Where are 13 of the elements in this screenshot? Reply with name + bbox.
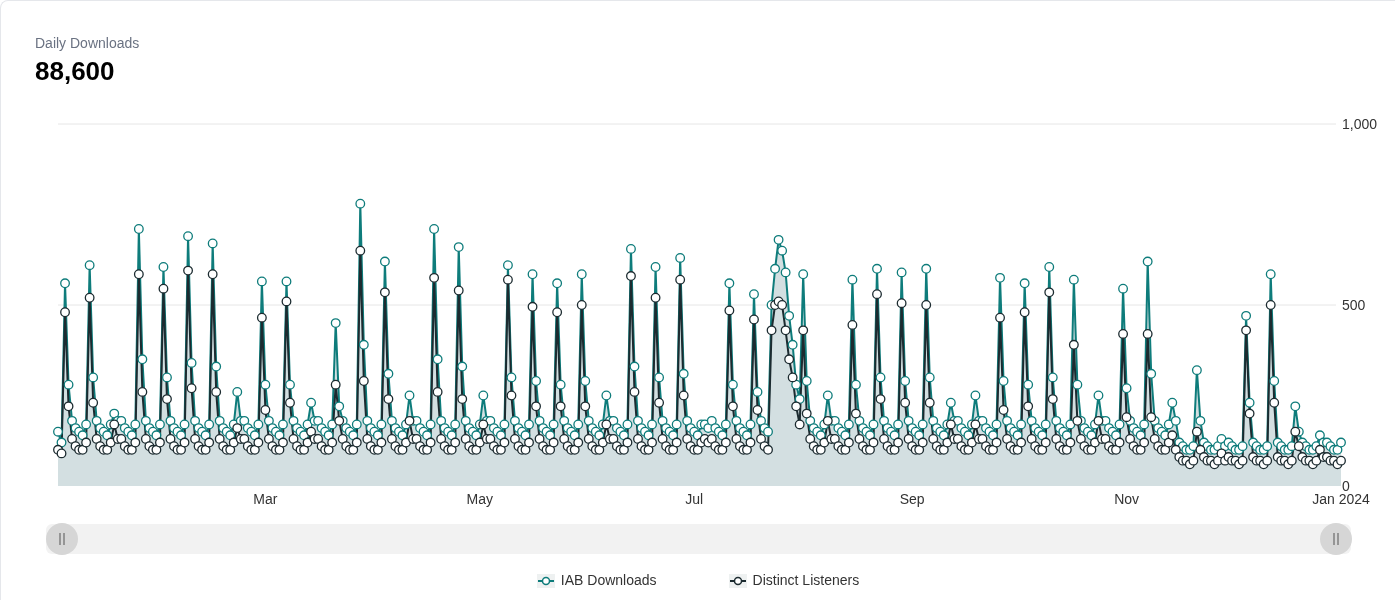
total-value: 88,600 — [35, 55, 116, 87]
axis-label: Jan 2024 — [1312, 491, 1370, 507]
axis-label: 0 — [1342, 478, 1350, 494]
axis-label: Nov — [1114, 491, 1140, 507]
axis-label: 1,000 — [1342, 116, 1378, 132]
axis-label: 500 — [1342, 297, 1366, 313]
axis-label: Mar — [253, 491, 278, 507]
axis-label: May — [466, 491, 494, 507]
legend-label[interactable]: Distinct Listeners — [752, 570, 860, 591]
legend-label[interactable]: IAB Downloads — [560, 570, 657, 591]
axis-label: Sep — [899, 491, 925, 507]
axis-label: Jul — [685, 491, 704, 507]
chart-title: Daily Downloads — [35, 34, 141, 53]
